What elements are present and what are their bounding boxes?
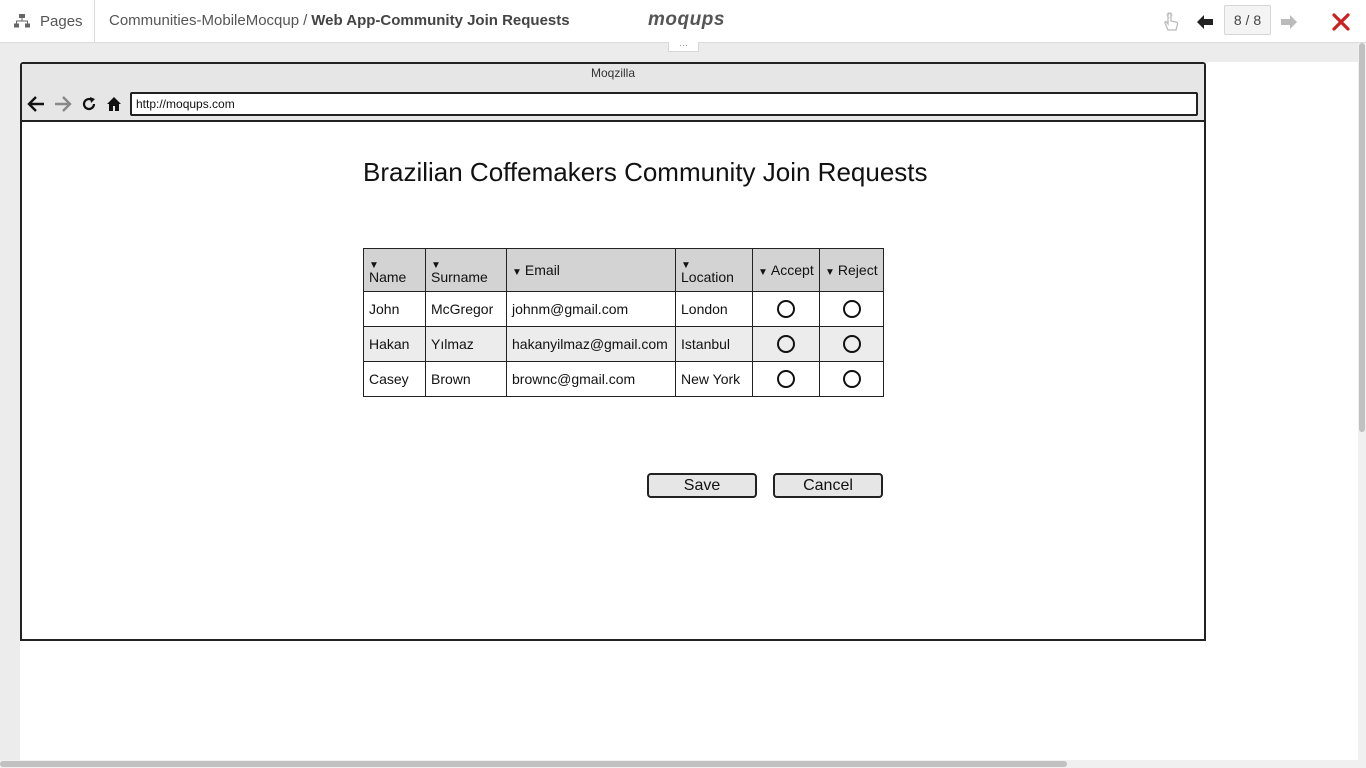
- moqups-logo: moqups: [648, 9, 725, 30]
- app-topbar: Pages Communities-MobileMocqup / Web App-C…: [0, 0, 1366, 43]
- browser-title: Moqzilla: [590, 66, 635, 80]
- address-bar[interactable]: http://moqups.com: [130, 92, 1198, 116]
- cell-reject: [819, 326, 884, 362]
- close-icon[interactable]: [1330, 11, 1352, 33]
- home-icon[interactable]: [104, 94, 124, 114]
- column-header-name-label: Name: [369, 268, 407, 285]
- hand-pointer-icon[interactable]: [1160, 11, 1182, 33]
- breadcrumb: Communities-MobileMocqup / Web App-Communi…: [109, 12, 570, 29]
- forward-arrow-icon[interactable]: [53, 94, 73, 114]
- column-header-email[interactable]: ▼ Email: [506, 248, 676, 292]
- table-header-row: ▼ Name ▼ Surname ▼ Email ▼ Location ▼ Accept …: [363, 248, 884, 292]
- sort-arrow-icon: ▼: [512, 267, 522, 278]
- cell-accept: [752, 291, 820, 327]
- cell-location: New York: [675, 361, 753, 397]
- table-row: Casey Brown brownc@gmail.com New York: [363, 361, 884, 397]
- pages-button[interactable]: Pages: [0, 0, 95, 42]
- reject-radio[interactable]: [842, 335, 861, 353]
- save-button[interactable]: Save: [647, 473, 757, 498]
- cell-email: hakanyilmaz@gmail.com: [506, 326, 676, 362]
- cell-name: Casey: [363, 361, 426, 397]
- column-header-accept-label: Accept: [770, 262, 814, 278]
- cell-surname: Brown: [425, 361, 507, 397]
- cell-location: Istanbul: [675, 326, 753, 362]
- cell-reject: [819, 291, 884, 327]
- back-arrow-icon[interactable]: [26, 94, 46, 114]
- pages-label: Pages: [40, 12, 83, 30]
- accept-radio[interactable]: [777, 370, 795, 388]
- next-page-arrow-icon[interactable]: [1278, 11, 1300, 33]
- accept-radio[interactable]: [777, 300, 795, 318]
- cell-name: John: [363, 291, 426, 327]
- cell-accept: [752, 326, 820, 362]
- sort-arrow-icon: ▼: [825, 267, 835, 278]
- column-header-email-label: Email: [524, 262, 560, 278]
- cancel-button[interactable]: Cancel: [773, 473, 883, 498]
- column-header-reject[interactable]: ▼ Reject: [819, 248, 884, 292]
- reject-radio[interactable]: [842, 300, 861, 318]
- cell-email: brownc@gmail.com: [506, 361, 676, 397]
- vertical-scrollbar-thumb[interactable]: [1359, 43, 1365, 432]
- column-header-location[interactable]: ▼ Location: [675, 248, 753, 292]
- reject-radio[interactable]: [842, 370, 861, 388]
- sitemap-icon: [14, 14, 30, 28]
- cell-reject: [819, 361, 884, 397]
- cell-name: Hakan: [363, 326, 426, 362]
- browser-chrome: Moqzilla http://moqups.com: [22, 64, 1204, 122]
- breadcrumb-separator: /: [303, 12, 308, 29]
- cell-location: London: [675, 291, 753, 327]
- reload-icon[interactable]: [79, 94, 99, 114]
- horizontal-scrollbar-thumb[interactable]: [0, 761, 1067, 767]
- column-header-surname-label: Surname: [431, 268, 488, 285]
- column-header-surname[interactable]: ▼ Surname: [425, 248, 507, 292]
- cell-surname: McGregor: [425, 291, 507, 327]
- toolbar-collapse-handle[interactable]: ···: [668, 41, 699, 52]
- column-header-location-label: Location: [681, 268, 734, 285]
- breadcrumb-project[interactable]: Communities-MobileMocqup: [109, 12, 299, 29]
- page-title: Brazilian Coffemakers Community Join Req…: [363, 157, 928, 187]
- table-row: John McGregor johnm@gmail.com London: [363, 291, 884, 327]
- join-requests-table: ▼ Name ▼ Surname ▼ Email ▼ Location ▼ Accept …: [363, 248, 884, 397]
- column-header-accept[interactable]: ▼ Accept: [752, 248, 820, 292]
- column-header-name[interactable]: ▼ Name: [363, 248, 426, 292]
- sort-arrow-icon: ▼: [758, 267, 768, 278]
- table-row: Hakan Yılmaz hakanyilmaz@gmail.com Istan…: [363, 326, 884, 362]
- column-header-reject-label: Reject: [837, 262, 878, 278]
- breadcrumb-current-page: Web App-Community Join Requests: [311, 12, 570, 29]
- cell-surname: Yılmaz: [425, 326, 507, 362]
- page-counter: 8 / 8: [1224, 5, 1271, 35]
- cell-email: johnm@gmail.com: [506, 291, 676, 327]
- previous-page-arrow-icon[interactable]: [1194, 11, 1216, 33]
- cell-accept: [752, 361, 820, 397]
- accept-radio[interactable]: [777, 335, 795, 353]
